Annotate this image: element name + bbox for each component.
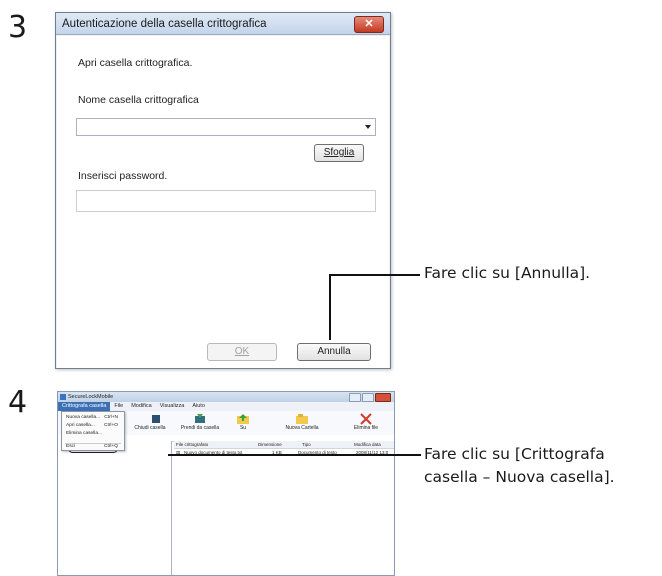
callout-cancel: Fare clic su [Annulla].: [424, 264, 591, 282]
callout-lines: [168, 274, 421, 456]
callout-new-box-line2: casella – Nuova casella].: [424, 468, 615, 486]
callout-new-box-line1: Fare clic su [Crittografa: [424, 445, 605, 463]
callout-line-cancel: [329, 274, 420, 340]
